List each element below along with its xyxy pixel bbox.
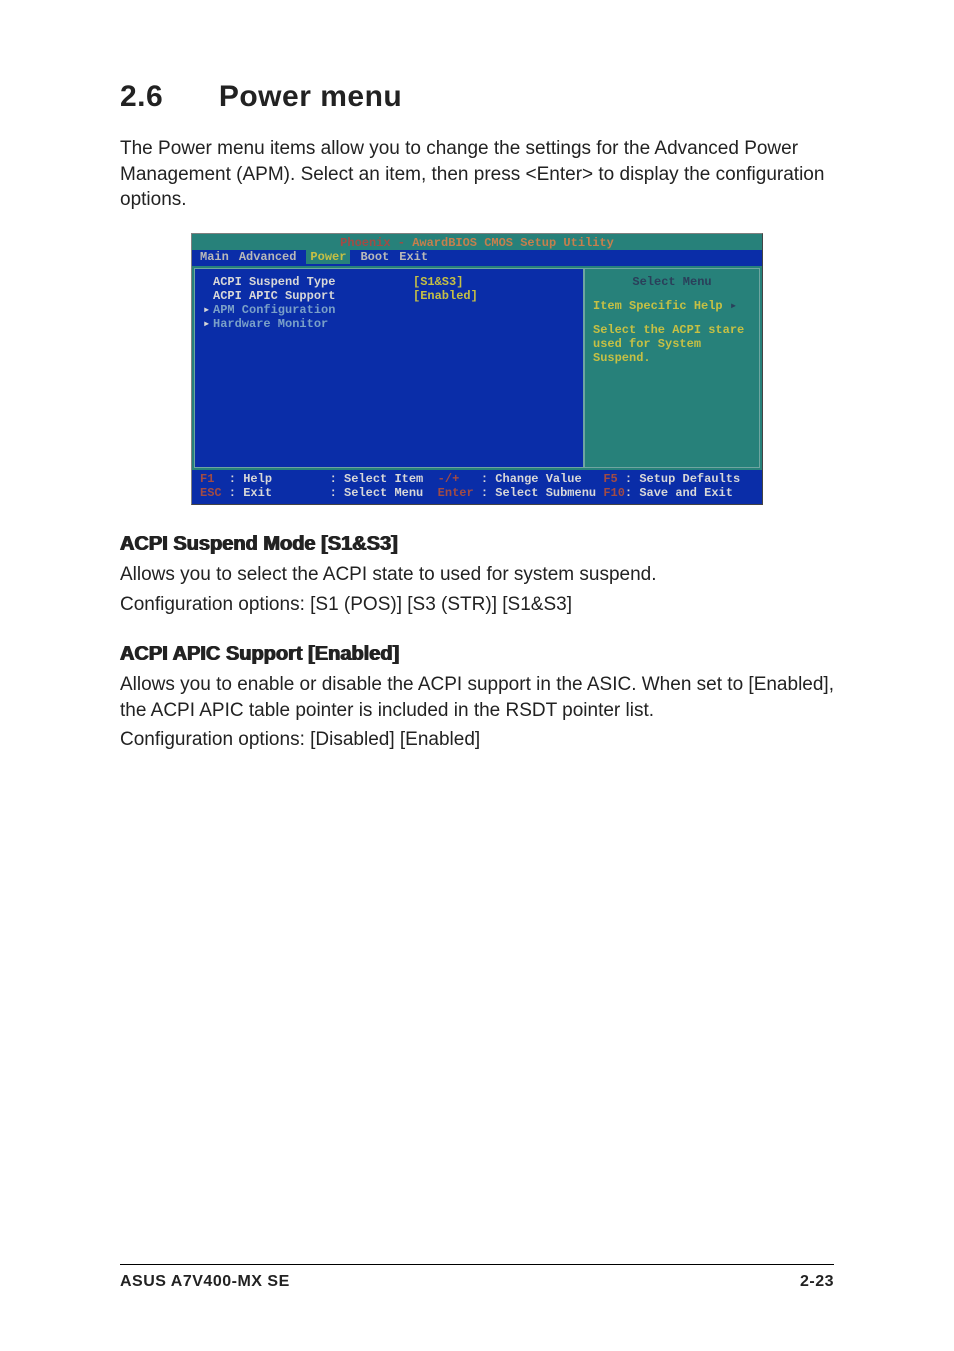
help-subtitle-text: Item Specific Help: [593, 299, 730, 313]
bios-footer: F1 : Help : Select Item -/+ : Change Val…: [192, 470, 762, 504]
row-value: [413, 303, 575, 317]
key-desc: : Change Value: [481, 472, 603, 486]
help-title: Select Menu: [593, 275, 751, 289]
row-label: ACPI Suspend Type: [213, 275, 413, 289]
key-desc: : Setup Defaults: [625, 472, 740, 486]
subsection-body: Allows you to enable or disable the ACPI…: [120, 672, 834, 723]
subsection-title-acpi-apic: ACPI APIC Support [Enabled]: [120, 643, 834, 666]
spacer: [593, 313, 751, 323]
bios-row-acpi-suspend[interactable]: ACPI Suspend Type [S1&S3]: [195, 275, 583, 289]
bios-title-right: AwardBIOS CMOS Setup Utility: [412, 236, 614, 250]
row-label: APM Configuration: [213, 303, 413, 317]
key-enter: Enter: [438, 486, 481, 500]
menu-power[interactable]: Power: [306, 250, 350, 264]
row-label: Hardware Monitor: [213, 317, 413, 331]
bios-menubar: Main Advanced Power Boot Exit: [192, 250, 762, 266]
help-body-line: used for System: [593, 337, 751, 351]
row-value: [413, 317, 575, 331]
intro-paragraph: The Power menu items allow you to change…: [120, 136, 834, 213]
footer-page-number: 2-23: [800, 1273, 834, 1291]
subsection-body: Allows you to select the ACPI state to u…: [120, 562, 834, 588]
row-marker: [203, 289, 213, 303]
section-number: 2.6: [120, 80, 210, 114]
help-arrow-icon: ▸: [730, 299, 737, 313]
bios-title-left: Phoenix -: [340, 236, 412, 250]
row-marker: [203, 275, 213, 289]
key-desc: : Exit: [222, 486, 330, 500]
subsection-config-options: Configuration options: [Disabled] [Enabl…: [120, 727, 834, 753]
subsection-config-options: Configuration options: [S1 (POS)] [S3 (S…: [120, 592, 834, 618]
key-plusminus: -/+: [438, 472, 481, 486]
row-value: [Enabled]: [413, 289, 575, 303]
bios-body: ACPI Suspend Type [S1&S3] ACPI APIC Supp…: [192, 266, 762, 470]
help-body-line: Select the ACPI stare: [593, 323, 751, 337]
key-desc: : Select Item: [330, 472, 438, 486]
menu-exit[interactable]: Exit: [399, 250, 428, 264]
bios-window: Phoenix - AwardBIOS CMOS Setup Utility M…: [191, 233, 763, 505]
key-esc: ESC: [200, 486, 222, 500]
menu-boot[interactable]: Boot: [360, 250, 389, 264]
section-title-text: Power menu: [219, 80, 402, 113]
submenu-marker-icon: ▸: [203, 317, 213, 331]
bios-titlebar: Phoenix - AwardBIOS CMOS Setup Utility: [192, 234, 762, 250]
subsection-title-acpi-suspend: ACPI Suspend Mode [S1&S3]: [120, 533, 834, 556]
row-label: ACPI APIC Support: [213, 289, 413, 303]
key-desc: : Help: [222, 472, 330, 486]
bios-row-acpi-apic[interactable]: ACPI APIC Support [Enabled]: [195, 289, 583, 303]
key-desc: : Select Submenu: [481, 486, 603, 500]
menu-advanced[interactable]: Advanced: [239, 250, 297, 264]
bios-help-pane: Select Menu Item Specific Help ▸ Select …: [584, 268, 760, 468]
page-footer: ASUS A7V400-MX SE 2-23: [120, 1264, 834, 1291]
bios-footer-row: ESC : Exit : Select Menu Enter : Select …: [200, 486, 754, 500]
key-f1: F1: [200, 472, 222, 486]
help-body-line: Suspend.: [593, 351, 751, 365]
key-f5: F5: [603, 472, 625, 486]
bios-footer-row: F1 : Help : Select Item -/+ : Change Val…: [200, 472, 754, 486]
bios-left-pane: ACPI Suspend Type [S1&S3] ACPI APIC Supp…: [194, 268, 584, 468]
help-subtitle: Item Specific Help ▸: [593, 299, 751, 313]
row-value: [S1&S3]: [413, 275, 575, 289]
bios-row-hw-monitor[interactable]: ▸ Hardware Monitor: [195, 317, 583, 331]
key-desc: : Save and Exit: [625, 486, 733, 500]
submenu-marker-icon: ▸: [203, 303, 213, 317]
key-desc: : Select Menu: [330, 486, 438, 500]
menu-main[interactable]: Main: [200, 250, 229, 264]
key-f10: F10: [603, 486, 625, 500]
bios-row-apm-config[interactable]: ▸ APM Configuration: [195, 303, 583, 317]
footer-product: ASUS A7V400-MX SE: [120, 1273, 290, 1291]
section-heading: 2.6 Power menu: [120, 80, 834, 114]
